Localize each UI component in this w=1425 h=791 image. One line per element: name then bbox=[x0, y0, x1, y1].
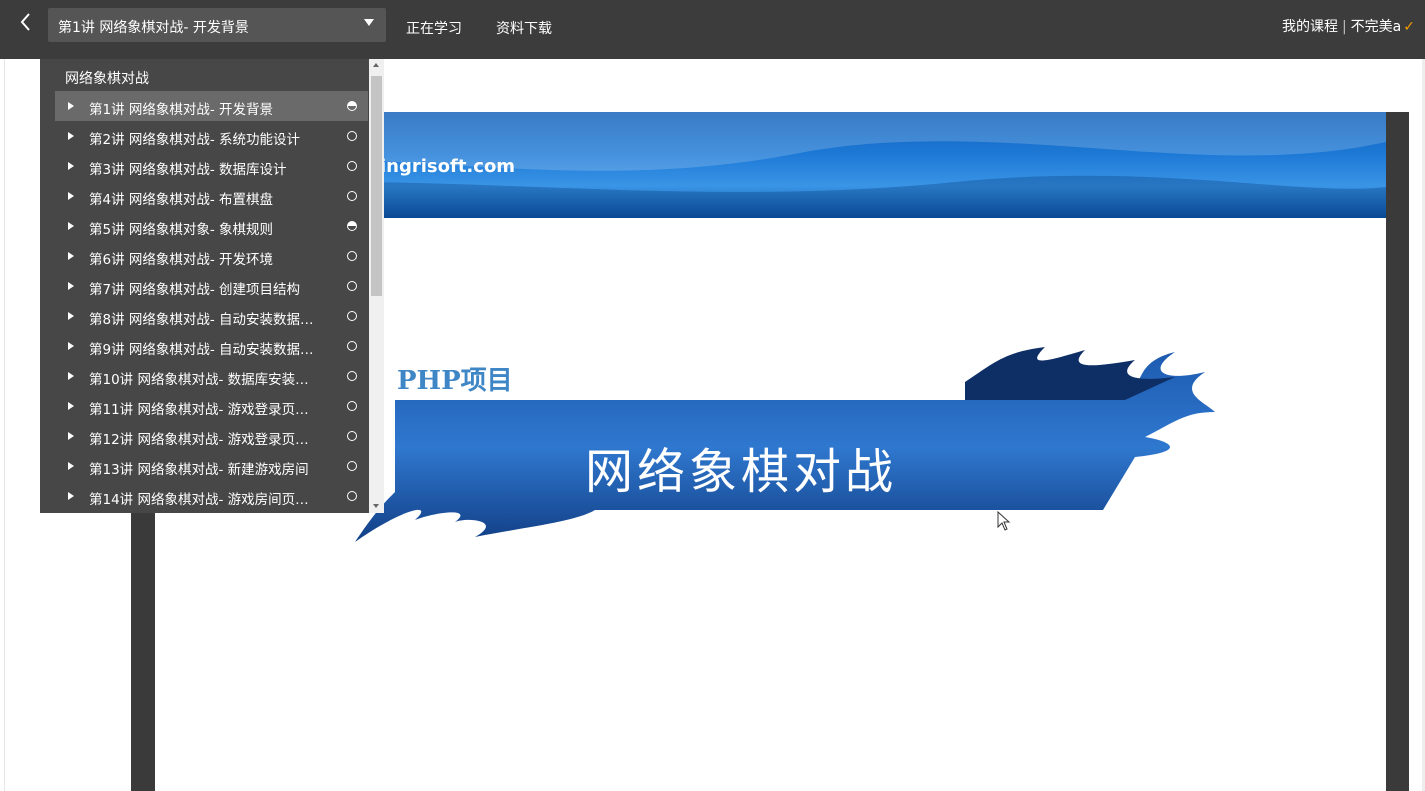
lesson-item[interactable]: 第9讲 网络象棋对战- 自动安装数据… bbox=[55, 331, 368, 361]
lesson-select[interactable]: 第1讲 网络象棋对战- 开发背景 bbox=[48, 8, 386, 42]
progress-half-icon bbox=[347, 101, 357, 111]
lesson-item[interactable]: 第3讲 网络象棋对战- 数据库设计 bbox=[55, 151, 368, 181]
lesson-item[interactable]: 第10讲 网络象棋对战- 数据库安装… bbox=[55, 361, 368, 391]
play-arrow-icon bbox=[68, 162, 74, 170]
banner-website: ingrisoft.com bbox=[380, 156, 516, 177]
lesson-title: 第1讲 网络象棋对战- 开发背景 bbox=[89, 102, 274, 118]
page-left-border bbox=[4, 59, 5, 791]
lesson-title: 第4讲 网络象棋对战- 布置棋盘 bbox=[89, 192, 274, 208]
play-arrow-icon bbox=[68, 402, 74, 410]
lesson-title: 第12讲 网络象棋对战- 游戏登录页… bbox=[89, 432, 309, 448]
current-lesson-label: 第1讲 网络象棋对战- 开发背景 bbox=[58, 20, 249, 36]
lesson-list: 第1讲 网络象棋对战- 开发背景第2讲 网络象棋对战- 系统功能设计 第3讲 网络… bbox=[55, 91, 368, 511]
play-arrow-icon bbox=[68, 192, 74, 200]
scroll-up-arrow-icon[interactable] bbox=[373, 63, 379, 67]
user-area: 我的课程 | 不完美a ✓ bbox=[1282, 16, 1415, 36]
menu-scrollbar[interactable] bbox=[369, 59, 384, 513]
menu-group-title: 网络象棋对战 bbox=[65, 71, 149, 87]
lesson-title: 第13讲 网络象棋对战- 新建游戏房间 bbox=[89, 462, 309, 478]
play-arrow-icon bbox=[68, 102, 74, 110]
progress-empty-icon bbox=[347, 341, 357, 351]
scrollbar-thumb[interactable] bbox=[371, 76, 382, 296]
play-arrow-icon bbox=[68, 342, 74, 350]
progress-empty-icon bbox=[347, 191, 357, 201]
progress-half-icon bbox=[347, 221, 357, 231]
progress-empty-icon bbox=[347, 131, 357, 141]
play-arrow-icon bbox=[68, 312, 74, 320]
lesson-title: 第9讲 网络象棋对战- 自动安装数据… bbox=[89, 342, 314, 358]
nav-downloads[interactable]: 资料下载 bbox=[496, 18, 552, 38]
scroll-down-arrow-icon[interactable] bbox=[373, 504, 379, 508]
lesson-item[interactable]: 第14讲 网络象棋对战- 游戏房间页… bbox=[55, 481, 368, 511]
progress-empty-icon bbox=[347, 251, 357, 261]
progress-empty-icon bbox=[347, 431, 357, 441]
top-bar: 第1讲 网络象棋对战- 开发背景 正在学习 资料下载 我的课程 | 不完美a ✓ bbox=[0, 0, 1425, 59]
lesson-item[interactable]: 第4讲 网络象棋对战- 布置棋盘 bbox=[55, 181, 368, 211]
divider: | bbox=[1341, 19, 1347, 35]
nav-studying[interactable]: 正在学习 bbox=[406, 18, 462, 38]
lesson-title: 第3讲 网络象棋对战- 数据库设计 bbox=[89, 162, 287, 178]
lesson-item[interactable]: 第12讲 网络象棋对战- 游戏登录页… bbox=[55, 421, 368, 451]
user-name[interactable]: 不完美a bbox=[1351, 19, 1402, 35]
mouse-cursor-icon bbox=[997, 511, 1011, 531]
play-arrow-icon bbox=[68, 222, 74, 230]
lesson-item[interactable]: 第7讲 网络象棋对战- 创建项目结构 bbox=[55, 271, 368, 301]
user-badge-icon: ✓ bbox=[1403, 19, 1415, 35]
my-courses-link[interactable]: 我的课程 bbox=[1282, 19, 1338, 35]
lesson-item[interactable]: 第6讲 网络象棋对战- 开发环境 bbox=[55, 241, 368, 271]
lesson-title: 第7讲 网络象棋对战- 创建项目结构 bbox=[89, 282, 301, 298]
play-arrow-icon bbox=[68, 132, 74, 140]
play-arrow-icon bbox=[68, 252, 74, 260]
play-arrow-icon bbox=[68, 432, 74, 440]
lesson-title: 第2讲 网络象棋对战- 系统功能设计 bbox=[89, 132, 301, 148]
lesson-item[interactable]: 第13讲 网络象棋对战- 新建游戏房间 bbox=[55, 451, 368, 481]
play-arrow-icon bbox=[68, 492, 74, 500]
progress-empty-icon bbox=[347, 461, 357, 471]
lesson-title: 第6讲 网络象棋对战- 开发环境 bbox=[89, 252, 274, 268]
back-button[interactable] bbox=[14, 8, 38, 36]
chevron-left-icon bbox=[20, 13, 30, 31]
progress-empty-icon bbox=[347, 161, 357, 171]
play-arrow-icon bbox=[68, 462, 74, 470]
lesson-item[interactable]: 第2讲 网络象棋对战- 系统功能设计 bbox=[55, 121, 368, 151]
slide-title: 网络象棋对战 bbox=[585, 444, 898, 500]
lesson-title: 第8讲 网络象棋对战- 自动安装数据… bbox=[89, 312, 314, 328]
progress-empty-icon bbox=[347, 281, 357, 291]
progress-empty-icon bbox=[347, 371, 357, 381]
lesson-title: 第10讲 网络象棋对战- 数据库安装… bbox=[89, 372, 309, 388]
lesson-title: 第11讲 网络象棋对战- 游戏登录页… bbox=[89, 402, 309, 418]
lesson-title: 第5讲 网络象棋对象- 象棋规则 bbox=[89, 222, 274, 238]
lesson-item[interactable]: 第8讲 网络象棋对战- 自动安装数据… bbox=[55, 301, 368, 331]
lesson-item[interactable]: 第11讲 网络象棋对战- 游戏登录页… bbox=[55, 391, 368, 421]
progress-empty-icon bbox=[347, 401, 357, 411]
lesson-item[interactable]: 第5讲 网络象棋对象- 象棋规则 bbox=[55, 211, 368, 241]
progress-empty-icon bbox=[347, 311, 357, 321]
play-arrow-icon bbox=[68, 282, 74, 290]
chevron-down-icon bbox=[364, 19, 374, 26]
play-arrow-icon bbox=[68, 372, 74, 380]
lesson-title: 第14讲 网络象棋对战- 游戏房间页… bbox=[89, 492, 309, 508]
progress-empty-icon bbox=[347, 491, 357, 501]
lesson-dropdown-menu: 网络象棋对战 第1讲 网络象棋对战- 开发背景第2讲 网络象棋对战- 系统功能设… bbox=[40, 59, 384, 513]
lesson-item[interactable]: 第1讲 网络象棋对战- 开发背景 bbox=[55, 91, 368, 121]
